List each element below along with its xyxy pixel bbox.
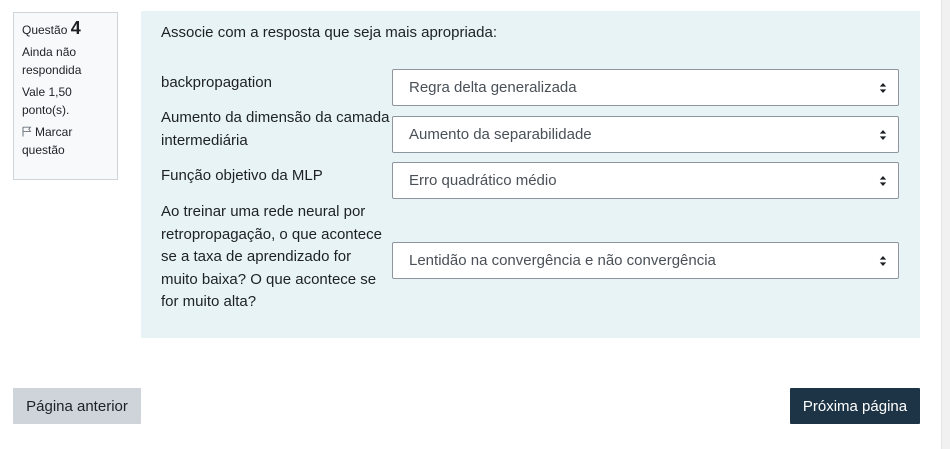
select-arrows-icon: [879, 255, 887, 266]
flag-icon: [22, 126, 32, 137]
flag-question-link[interactable]: Marcar questão: [22, 123, 109, 159]
question-content: Associe com a resposta que seja mais apr…: [141, 11, 920, 338]
question-points-line: ponto(s).: [22, 103, 70, 117]
select-arrows-icon: [879, 175, 887, 186]
select-arrows-icon: [879, 82, 887, 93]
question-points-line: Vale 1,50: [22, 85, 72, 99]
match-item-label: Aumento da dimensão da camada intermediá…: [161, 109, 390, 149]
question-info-panel: Questão 4 Ainda não respondida Vale 1,50…: [13, 12, 118, 180]
match-answer-select[interactable]: Regra delta generalizada: [392, 69, 899, 106]
match-answer-value: Aumento da separabilidade: [409, 126, 592, 143]
match-answer-value: Erro quadrático médio: [409, 172, 557, 189]
flag-question-label: questão: [22, 143, 65, 157]
question-label: Questão: [22, 23, 68, 37]
question-status-line: respondida: [22, 63, 82, 77]
question-points: Vale 1,50 ponto(s).: [22, 83, 109, 119]
question-number: 4: [70, 18, 81, 38]
flag-question-label: Marcar: [35, 125, 73, 139]
question-status-line: Ainda não: [22, 45, 77, 59]
match-item-label: Função objetivo da MLP: [161, 167, 323, 184]
question-prompt: Associe com a resposta que seja mais apr…: [161, 24, 498, 41]
next-page-button[interactable]: Próxima página: [790, 388, 920, 424]
question-status: Ainda não respondida: [22, 43, 109, 79]
match-answer-select[interactable]: Lentidão na convergência e não convergên…: [392, 242, 899, 279]
match-answer-value: Regra delta generalizada: [409, 79, 577, 96]
previous-page-button[interactable]: Página anterior: [13, 388, 141, 424]
match-answer-select[interactable]: Erro quadrático médio: [392, 162, 899, 199]
select-arrows-icon: [879, 129, 887, 140]
match-item-label: Ao treinar uma rede neural por retroprop…: [161, 203, 382, 310]
question-number-heading: Questão 4: [22, 19, 109, 39]
quiz-page: Questão 4 Ainda não respondida Vale 1,50…: [0, 0, 950, 449]
match-answer-select[interactable]: Aumento da separabilidade: [392, 116, 899, 153]
match-item-label: backpropagation: [161, 74, 272, 91]
match-answer-value: Lentidão na convergência e não convergên…: [409, 252, 716, 269]
page-scrollbar[interactable]: [941, 0, 950, 449]
